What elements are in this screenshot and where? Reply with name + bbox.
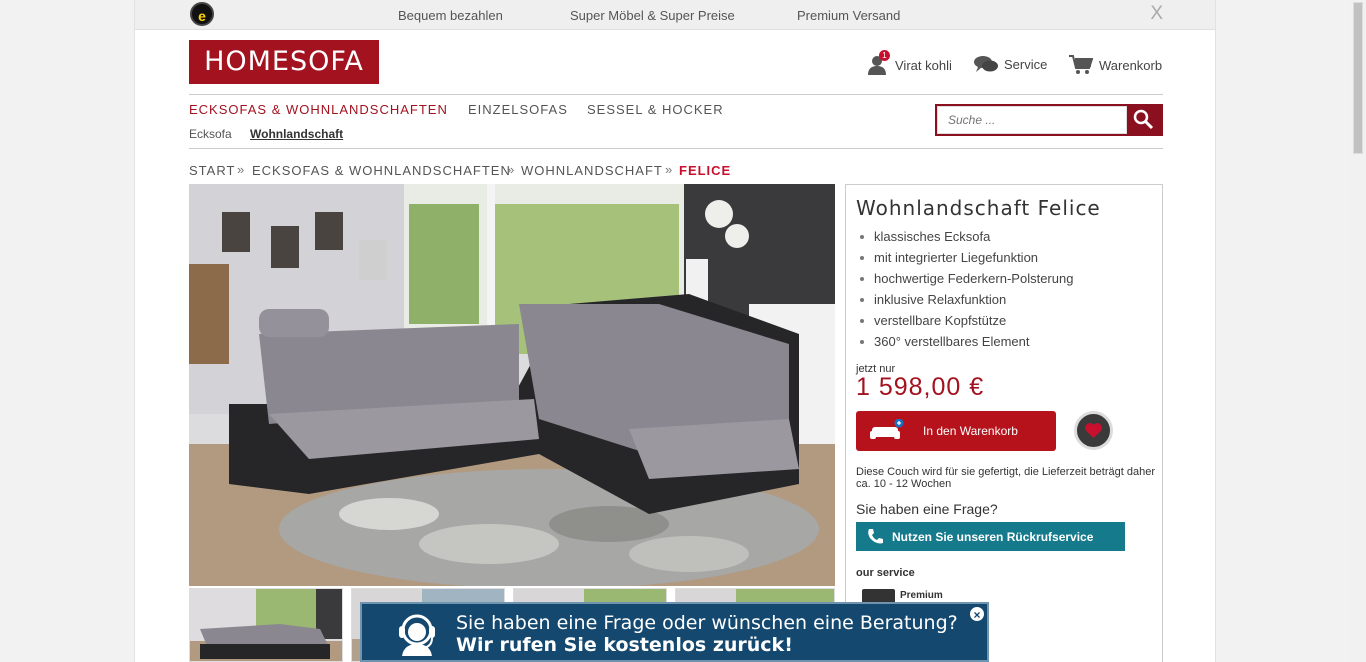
breadcrumb-separator: » bbox=[665, 162, 673, 177]
account-link[interactable]: 1 Virat kohli bbox=[867, 50, 952, 78]
search-input[interactable] bbox=[937, 106, 1127, 134]
service-heading: our service bbox=[856, 567, 915, 579]
popup-close-button[interactable]: × bbox=[969, 606, 985, 622]
nav-sessel-hocker[interactable]: SESSEL & HOCKER bbox=[587, 102, 724, 117]
phone-icon bbox=[866, 528, 884, 548]
breadcrumb-current: FELICE bbox=[679, 163, 732, 178]
top-bar: e Bequem bezahlen Super Möbel & Super Pr… bbox=[135, 0, 1215, 30]
callback-popup[interactable]: Sie haben eine Frage oder wünschen eine … bbox=[360, 602, 989, 662]
feature-item: 360° verstellbares Element bbox=[860, 334, 1073, 355]
heart-icon bbox=[1085, 423, 1102, 438]
service-item-premium: Premium bbox=[900, 590, 943, 601]
cart-link[interactable]: Warenkorb bbox=[1069, 55, 1162, 78]
nav-divider bbox=[189, 148, 1163, 149]
feature-item: verstellbare Kopfstütze bbox=[860, 313, 1073, 334]
product-info-panel: Wohnlandschaft Felice klassisches Ecksof… bbox=[845, 184, 1163, 662]
topbar-close-button[interactable]: X bbox=[1150, 3, 1163, 25]
page: e Bequem bezahlen Super Möbel & Super Pr… bbox=[134, 0, 1216, 662]
scrollbar-thumb[interactable] bbox=[1353, 2, 1363, 154]
user-icon: 1 bbox=[867, 50, 890, 78]
question-heading: Sie haben eine Frage? bbox=[856, 501, 998, 517]
breadcrumb-ecksofas[interactable]: ECKSOFAS & WOHNLANDSCHAFTEN bbox=[252, 163, 511, 178]
headset-agent-icon bbox=[392, 610, 442, 661]
feature-item: mit integrierter Liegefunktion bbox=[860, 250, 1073, 271]
service-label: Service bbox=[1004, 56, 1048, 72]
feature-item: hochwertige Federkern-Polsterung bbox=[860, 271, 1073, 292]
homesofa-logo[interactable]: HOMESOFA bbox=[189, 40, 379, 84]
callback-service-label: Nutzen Sie unseren Rückrufservice bbox=[892, 530, 1094, 544]
sofa-plus-icon bbox=[868, 418, 904, 448]
product-main-image[interactable] bbox=[189, 184, 835, 586]
popup-line-callback: Wir rufen Sie kostenlos zurück! bbox=[456, 634, 793, 656]
header-divider bbox=[189, 94, 1163, 95]
wishlist-button[interactable] bbox=[1074, 411, 1113, 450]
callback-service-button[interactable]: Nutzen Sie unseren Rückrufservice bbox=[856, 522, 1125, 551]
nav-ecksofas-wohnlandschaften[interactable]: ECKSOFAS & WOHNLANDSCHAFTEN bbox=[189, 102, 448, 117]
search-icon bbox=[1133, 109, 1154, 130]
topbar-item-payment: Bequem bezahlen bbox=[398, 8, 503, 23]
subnav-wohnlandschaft[interactable]: Wohnlandschaft bbox=[250, 127, 343, 141]
service-link[interactable]: Service bbox=[974, 55, 1047, 76]
shopping-cart-icon bbox=[1069, 55, 1094, 78]
breadcrumb-wohnlandschaft[interactable]: WOHNLANDSCHAFT bbox=[521, 163, 663, 178]
breadcrumb-separator: » bbox=[237, 162, 245, 177]
user-notification-badge: 1 bbox=[879, 50, 890, 61]
feature-list: klassisches Ecksofa mit integrierter Lie… bbox=[860, 229, 1073, 355]
product-price: 1 598,00 € bbox=[856, 373, 985, 401]
search-box bbox=[935, 104, 1163, 136]
search-button[interactable] bbox=[1127, 106, 1161, 134]
add-to-cart-label: In den Warenkorb bbox=[923, 424, 1018, 438]
popup-line-question: Sie haben eine Frage oder wünschen eine … bbox=[456, 612, 958, 634]
trusted-shops-seal-icon[interactable]: e bbox=[190, 2, 214, 26]
topbar-item-shipping: Premium Versand bbox=[797, 8, 901, 23]
feature-item: klassisches Ecksofa bbox=[860, 229, 1073, 250]
product-thumbnail[interactable] bbox=[189, 588, 343, 662]
cart-label: Warenkorb bbox=[1099, 57, 1163, 73]
product-title: Wohnlandschaft Felice bbox=[856, 196, 1101, 220]
topbar-item-prices: Super Möbel & Super Preise bbox=[570, 8, 735, 23]
feature-item: inklusive Relaxfunktion bbox=[860, 292, 1073, 313]
subnav-ecksofa[interactable]: Ecksofa bbox=[189, 127, 232, 141]
delivery-note: Diese Couch wird für sie gefertigt, die … bbox=[856, 466, 1155, 490]
breadcrumb-separator: » bbox=[507, 162, 515, 177]
page-scrollbar[interactable] bbox=[1349, 0, 1366, 662]
breadcrumb-start[interactable]: START bbox=[189, 163, 235, 178]
account-name: Virat kohli bbox=[895, 57, 952, 73]
nav-einzelsofas[interactable]: EINZELSOFAS bbox=[468, 102, 568, 117]
add-to-cart-button[interactable]: In den Warenkorb bbox=[856, 411, 1056, 451]
chat-bubbles-icon bbox=[974, 55, 998, 76]
